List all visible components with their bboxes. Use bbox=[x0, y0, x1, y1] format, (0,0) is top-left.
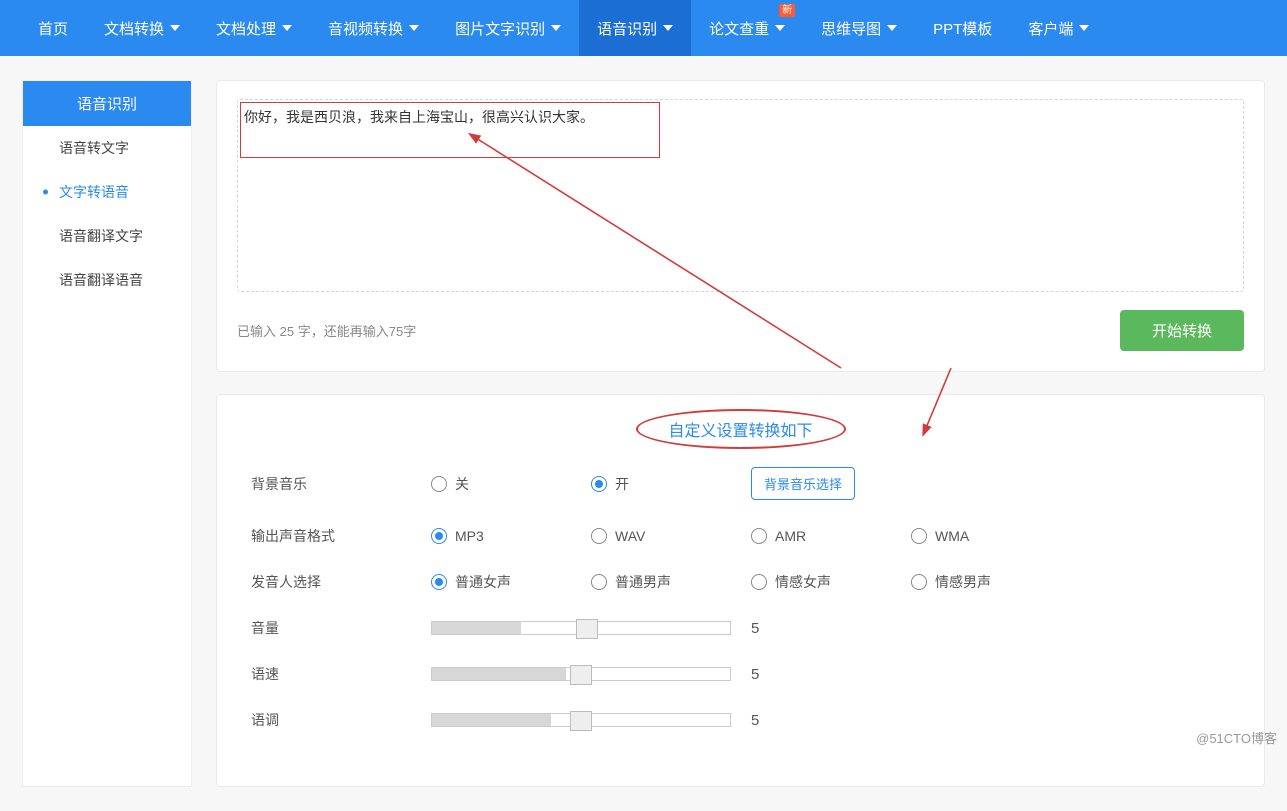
speed-slider[interactable] bbox=[431, 667, 731, 681]
radio-icon bbox=[591, 574, 607, 590]
radio-icon bbox=[911, 528, 927, 544]
chevron-down-icon bbox=[775, 25, 785, 31]
nav-doc-process[interactable]: 文档处理 bbox=[198, 0, 310, 56]
chevron-down-icon bbox=[663, 25, 673, 31]
chevron-down-icon bbox=[1079, 25, 1089, 31]
format-wav[interactable]: WAV bbox=[591, 528, 671, 544]
volume-slider[interactable] bbox=[431, 621, 731, 635]
voice-female[interactable]: 普通女声 bbox=[431, 572, 511, 592]
setting-format: 输出声音格式 MP3 WAV AMR WMA bbox=[251, 526, 1230, 546]
settings-panel: 自定义设置转换如下 背景音乐 关 开 背景音乐选择 输出声音格式 MP3 WAV… bbox=[216, 394, 1265, 787]
radio-icon bbox=[591, 476, 607, 492]
nav-client[interactable]: 客户端 bbox=[1010, 0, 1107, 56]
nav-home[interactable]: 首页 bbox=[20, 0, 86, 56]
pitch-value: 5 bbox=[751, 712, 759, 729]
pitch-slider[interactable] bbox=[431, 713, 731, 727]
top-nav: 首页 文档转换 文档处理 音视频转换 图片文字识别 语音识别 论文查重新 思维导… bbox=[0, 0, 1287, 56]
bg-on-option[interactable]: 开 bbox=[591, 474, 671, 494]
setting-bg-music: 背景音乐 关 开 背景音乐选择 bbox=[251, 467, 1230, 500]
main-area: 已输入 25 字，还能再输入75字 开始转换 自定义设置转换如下 背景音乐 关 … bbox=[216, 80, 1265, 787]
setting-pitch: 语调 5 bbox=[251, 710, 1230, 730]
sidebar-item-translate-text[interactable]: 语音翻译文字 bbox=[23, 214, 191, 258]
chevron-down-icon bbox=[282, 25, 292, 31]
nav-doc-convert[interactable]: 文档转换 bbox=[86, 0, 198, 56]
voice-emo-female[interactable]: 情感女声 bbox=[751, 572, 831, 592]
sidebar-item-stt[interactable]: 语音转文字 bbox=[23, 126, 191, 170]
convert-button[interactable]: 开始转换 bbox=[1120, 310, 1244, 351]
char-counter: 已输入 25 字，还能再输入75字 bbox=[237, 321, 416, 340]
radio-icon bbox=[591, 528, 607, 544]
chevron-down-icon bbox=[170, 25, 180, 31]
nav-plagiarism[interactable]: 论文查重新 bbox=[691, 0, 803, 56]
radio-icon bbox=[431, 528, 447, 544]
input-panel: 已输入 25 字，还能再输入75字 开始转换 bbox=[216, 80, 1265, 372]
chevron-down-icon bbox=[551, 25, 561, 31]
watermark: @51CTO博客 bbox=[1196, 728, 1277, 747]
bg-off-option[interactable]: 关 bbox=[431, 474, 511, 494]
settings-title: 自定义设置转换如下 bbox=[251, 417, 1230, 441]
format-amr[interactable]: AMR bbox=[751, 528, 831, 544]
sidebar-item-tts[interactable]: 文字转语音 bbox=[23, 170, 191, 214]
setting-voice: 发音人选择 普通女声 普通男声 情感女声 情感男声 bbox=[251, 572, 1230, 592]
nav-mindmap[interactable]: 思维导图 bbox=[803, 0, 915, 56]
bg-music-chooser-button[interactable]: 背景音乐选择 bbox=[751, 467, 855, 500]
radio-icon bbox=[751, 574, 767, 590]
radio-icon bbox=[751, 528, 767, 544]
nav-av-convert[interactable]: 音视频转换 bbox=[310, 0, 437, 56]
chevron-down-icon bbox=[409, 25, 419, 31]
tts-input[interactable] bbox=[244, 106, 1237, 282]
radio-icon bbox=[911, 574, 927, 590]
radio-icon bbox=[431, 476, 447, 492]
format-wma[interactable]: WMA bbox=[911, 528, 991, 544]
nav-speech[interactable]: 语音识别 bbox=[579, 0, 691, 56]
setting-speed: 语速 5 bbox=[251, 664, 1230, 684]
voice-male[interactable]: 普通男声 bbox=[591, 572, 671, 592]
setting-volume: 音量 5 bbox=[251, 618, 1230, 638]
sidebar-item-translate-speech[interactable]: 语音翻译语音 bbox=[23, 258, 191, 302]
new-badge: 新 bbox=[779, 4, 795, 17]
chevron-down-icon bbox=[887, 25, 897, 31]
radio-icon bbox=[431, 574, 447, 590]
speed-value: 5 bbox=[751, 666, 759, 683]
voice-emo-male[interactable]: 情感男声 bbox=[911, 572, 991, 592]
format-mp3[interactable]: MP3 bbox=[431, 528, 511, 544]
textarea-container bbox=[237, 99, 1244, 292]
nav-ppt[interactable]: PPT模板 bbox=[915, 0, 1010, 56]
nav-ocr[interactable]: 图片文字识别 bbox=[437, 0, 579, 56]
sidebar: 语音识别 语音转文字 文字转语音 语音翻译文字 语音翻译语音 bbox=[22, 80, 192, 787]
sidebar-title: 语音识别 bbox=[23, 81, 191, 126]
volume-value: 5 bbox=[751, 620, 759, 637]
